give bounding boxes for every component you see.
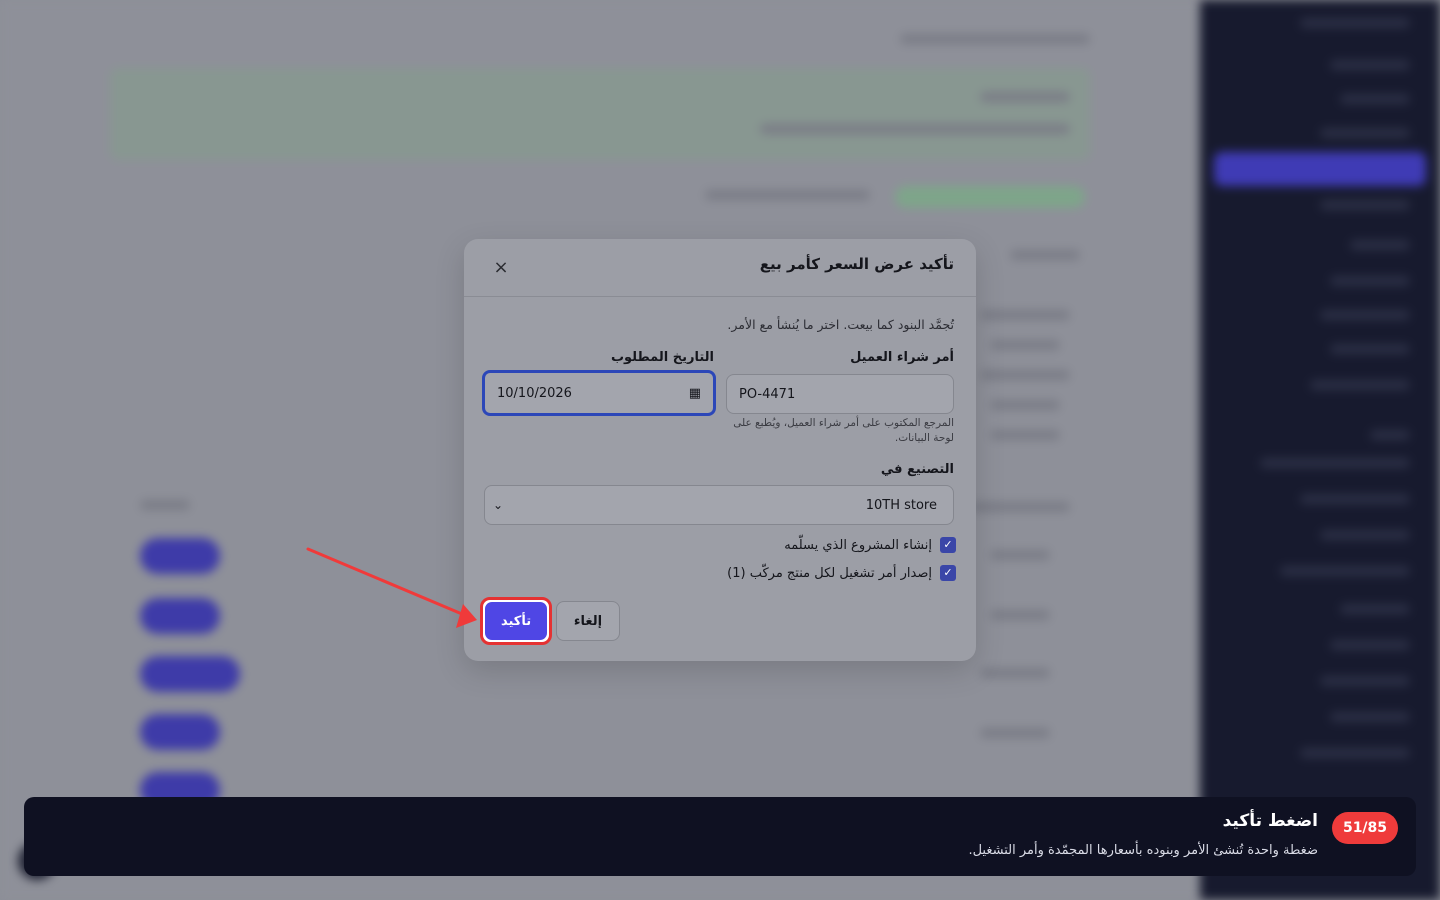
background-sidebar-line (1320, 530, 1410, 540)
background-sidebar-line (1370, 430, 1410, 440)
background-sidebar-line (1300, 494, 1410, 504)
tour-step-badge: 51/85 (1332, 812, 1398, 844)
po-label: أمر شراء العميل (850, 350, 954, 365)
background-sidebar-line (1280, 566, 1410, 576)
date-label: التاريخ المطلوب (610, 350, 714, 365)
background-line (980, 370, 1070, 380)
background-line (760, 124, 1070, 134)
background-pill (140, 538, 220, 574)
background-sidebar-active (1214, 152, 1426, 186)
issue-work-order-label: إصدار أمر تشغيل لكل منتج مركّب (1) (727, 565, 932, 581)
background-sidebar-line (1330, 276, 1410, 286)
background-line (970, 502, 1070, 512)
issue-work-order-row[interactable]: ✓ إصدار أمر تشغيل لكل منتج مركّب (1) (727, 565, 956, 581)
background-sidebar-line (1310, 380, 1410, 390)
background-line (705, 190, 870, 200)
background-sidebar-line (1350, 240, 1410, 250)
background-sidebar-line (1320, 310, 1410, 320)
background-sidebar-line (1320, 676, 1410, 686)
background-sidebar-line (1330, 344, 1410, 354)
customer-po-value: PO-4471 (739, 386, 796, 402)
background-line (980, 668, 1050, 678)
tour-title: اضغط تأكيد (1222, 811, 1318, 831)
background-line (990, 610, 1050, 620)
background-sidebar-line (1300, 18, 1410, 28)
close-icon[interactable]: × (490, 257, 512, 279)
confirm-button[interactable]: تأكيد (485, 602, 547, 640)
create-project-row[interactable]: ✓ إنشاء المشروع الذي يسلّمه (784, 537, 956, 553)
background-sidebar-line (1330, 640, 1410, 650)
background-line (980, 310, 1070, 320)
background-line (990, 400, 1060, 410)
cancel-button[interactable]: إلغاء (556, 601, 620, 641)
background-banner (110, 68, 1090, 160)
background-line (990, 340, 1060, 350)
background-line (140, 500, 190, 510)
background-line (990, 430, 1060, 440)
background-line (980, 92, 1070, 102)
po-hint: المرجع المكتوب على أمر شراء العميل، ويُط… (733, 417, 954, 444)
dialog-title: تأكيد عرض السعر كأمر بيع (759, 255, 954, 273)
requested-date-input[interactable]: 10/10/2026 ▦ (482, 370, 716, 416)
requested-date-value: 10/10/2026 (497, 385, 572, 401)
create-project-checkbox[interactable]: ✓ (940, 537, 956, 553)
background-line (990, 550, 1050, 560)
manufacture-location-value: 10TH store (865, 497, 937, 513)
tour-bar: 51/85 اضغط تأكيد ضغطة واحدة تُنشئ الأمر … (24, 797, 1416, 876)
manufacture-label: التصنيع في (880, 462, 954, 477)
background-sidebar-line (1260, 458, 1410, 468)
background-line (980, 728, 1050, 738)
background-sidebar-line (1320, 128, 1410, 138)
background-line (900, 34, 1090, 44)
background-sidebar-line (1330, 60, 1410, 70)
dialog-intro: تُجمَّد البنود كما بيعت. اختر ما يُنشأ م… (727, 317, 954, 332)
dialog-header: تأكيد عرض السعر كأمر بيع × (464, 239, 976, 297)
issue-work-order-checkbox[interactable]: ✓ (940, 565, 956, 581)
customer-po-input[interactable]: PO-4471 (726, 374, 954, 414)
background-line (1010, 250, 1080, 260)
confirm-sales-order-dialog: تأكيد عرض السعر كأمر بيع × تُجمَّد البنو… (464, 239, 976, 661)
background-pill (140, 598, 220, 634)
background-sidebar-line (1340, 604, 1410, 614)
chevron-down-icon: ⌄ (493, 498, 504, 512)
calendar-icon[interactable]: ▦ (689, 386, 701, 401)
background-pill (140, 714, 220, 750)
background-pill (140, 656, 240, 692)
manufacture-location-select[interactable]: 10TH store ⌄ (484, 485, 954, 525)
background-sidebar-line (1330, 712, 1410, 722)
tour-description: ضغطة واحدة تُنشئ الأمر وبنوده بأسعارها ا… (968, 843, 1318, 858)
create-project-label: إنشاء المشروع الذي يسلّمه (784, 537, 932, 553)
background-badge (895, 186, 1085, 208)
background-sidebar-line (1320, 200, 1410, 210)
background-sidebar-line (1300, 748, 1410, 758)
background-sidebar-line (1340, 94, 1410, 104)
